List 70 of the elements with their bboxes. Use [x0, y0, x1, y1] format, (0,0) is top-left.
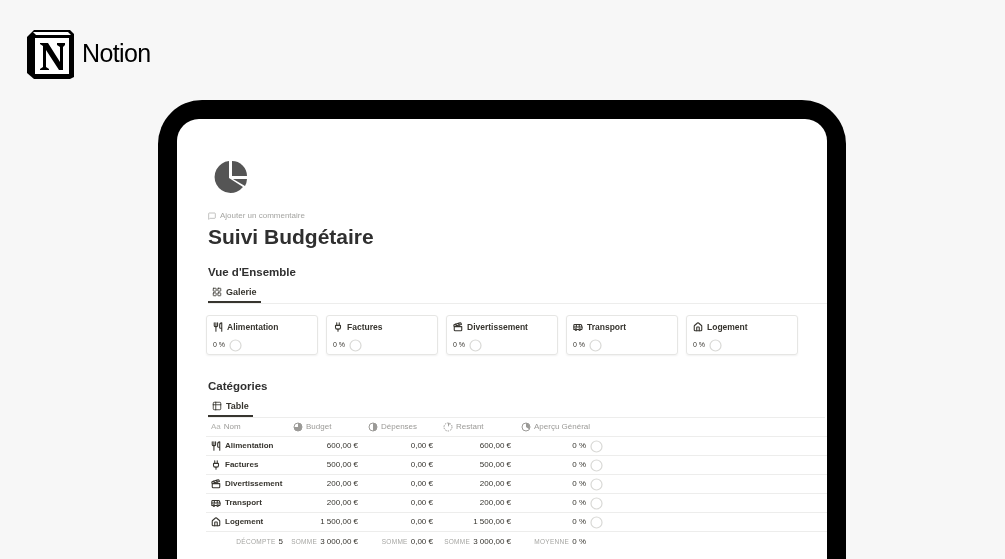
- table-cell: 500,00 €: [326, 459, 358, 471]
- progress-ring-icon: [229, 338, 243, 352]
- card-title: Divertissement: [467, 321, 528, 334]
- section-heading: Catégories: [208, 379, 269, 393]
- card-title: Alimentation: [227, 321, 279, 334]
- aggregate-value: 0,00 €: [410, 535, 433, 548]
- table-cell: 0,00 €: [410, 516, 433, 528]
- view-tab[interactable]: Galerie: [208, 286, 261, 303]
- card-title: Logement: [707, 321, 748, 334]
- card-title: Factures: [347, 321, 383, 334]
- property-icon: [293, 422, 303, 432]
- property-icon: [521, 422, 531, 432]
- bus-icon: [573, 322, 583, 333]
- table-cell: 0 %: [572, 440, 586, 452]
- progress-ring-icon: [590, 515, 603, 529]
- progress-ring-icon: [590, 458, 603, 472]
- plug-icon: [211, 460, 221, 470]
- table-cell: Divertissement: [225, 478, 283, 490]
- clapperboard-icon: [453, 322, 463, 333]
- table-cell: Alimentation: [225, 440, 274, 452]
- property-icon: [443, 422, 453, 432]
- table-cell: 0,00 €: [410, 497, 433, 509]
- aggregate-value: 3 000,00 €: [320, 535, 358, 548]
- clapperboard-icon: [211, 479, 221, 489]
- table-cell: 200,00 €: [326, 497, 358, 509]
- house-icon: [211, 517, 221, 527]
- table-cell: 0 %: [572, 459, 586, 471]
- progress-ring-icon: [590, 477, 603, 491]
- card-title: Transport: [587, 321, 627, 334]
- view-tab[interactable]: Table: [208, 400, 253, 417]
- table-cell: 200,00 €: [479, 478, 511, 490]
- progress-ring-icon: [589, 338, 603, 352]
- pie-chart-icon: [213, 159, 249, 195]
- comment-icon: [208, 212, 216, 220]
- table-cell: 0 %: [572, 478, 586, 490]
- table-cell: 500,00 €: [479, 459, 511, 471]
- progress-ring-icon: [709, 338, 723, 352]
- aggregate-value: 5: [278, 535, 283, 548]
- table-cell: 1 500,00 €: [320, 516, 358, 528]
- utensils-icon: [213, 322, 223, 333]
- table-cell: 0,00 €: [410, 459, 433, 471]
- table-cell: 200,00 €: [479, 497, 511, 509]
- brand-name: Notion: [82, 37, 151, 69]
- bus-icon: [211, 498, 221, 508]
- table-cell: 0,00 €: [410, 440, 433, 452]
- table-cell: Logement: [225, 516, 264, 528]
- progress-ring-icon: [469, 338, 483, 352]
- table-cell: Transport: [225, 497, 262, 509]
- plug-icon: [333, 322, 343, 333]
- grid-icon: [212, 287, 222, 297]
- property-icon: [368, 422, 378, 432]
- table-cell: 600,00 €: [479, 440, 511, 452]
- progress-ring-icon: [590, 496, 603, 510]
- section-heading: Vue d'Ensemble: [208, 265, 297, 279]
- table-cell: 0 %: [572, 516, 586, 528]
- table-cell: Factures: [225, 459, 259, 471]
- table-cell: 0 %: [572, 497, 586, 509]
- progress-ring-icon: [590, 439, 603, 453]
- table-cell: 200,00 €: [326, 478, 358, 490]
- aggregate-value: 0 %: [572, 535, 586, 548]
- page-title: Suivi Budgétaire: [208, 224, 375, 250]
- table-cell: 1 500,00 €: [473, 516, 511, 528]
- house-icon: [693, 322, 703, 333]
- progress-ring-icon: [349, 338, 363, 352]
- table-cell: 0,00 €: [410, 478, 433, 490]
- utensils-icon: [211, 441, 221, 451]
- table-icon: [212, 401, 222, 411]
- aggregate-value: 3 000,00 €: [473, 535, 511, 548]
- text-type-icon: Aa: [211, 421, 221, 433]
- table-cell: 600,00 €: [326, 440, 358, 452]
